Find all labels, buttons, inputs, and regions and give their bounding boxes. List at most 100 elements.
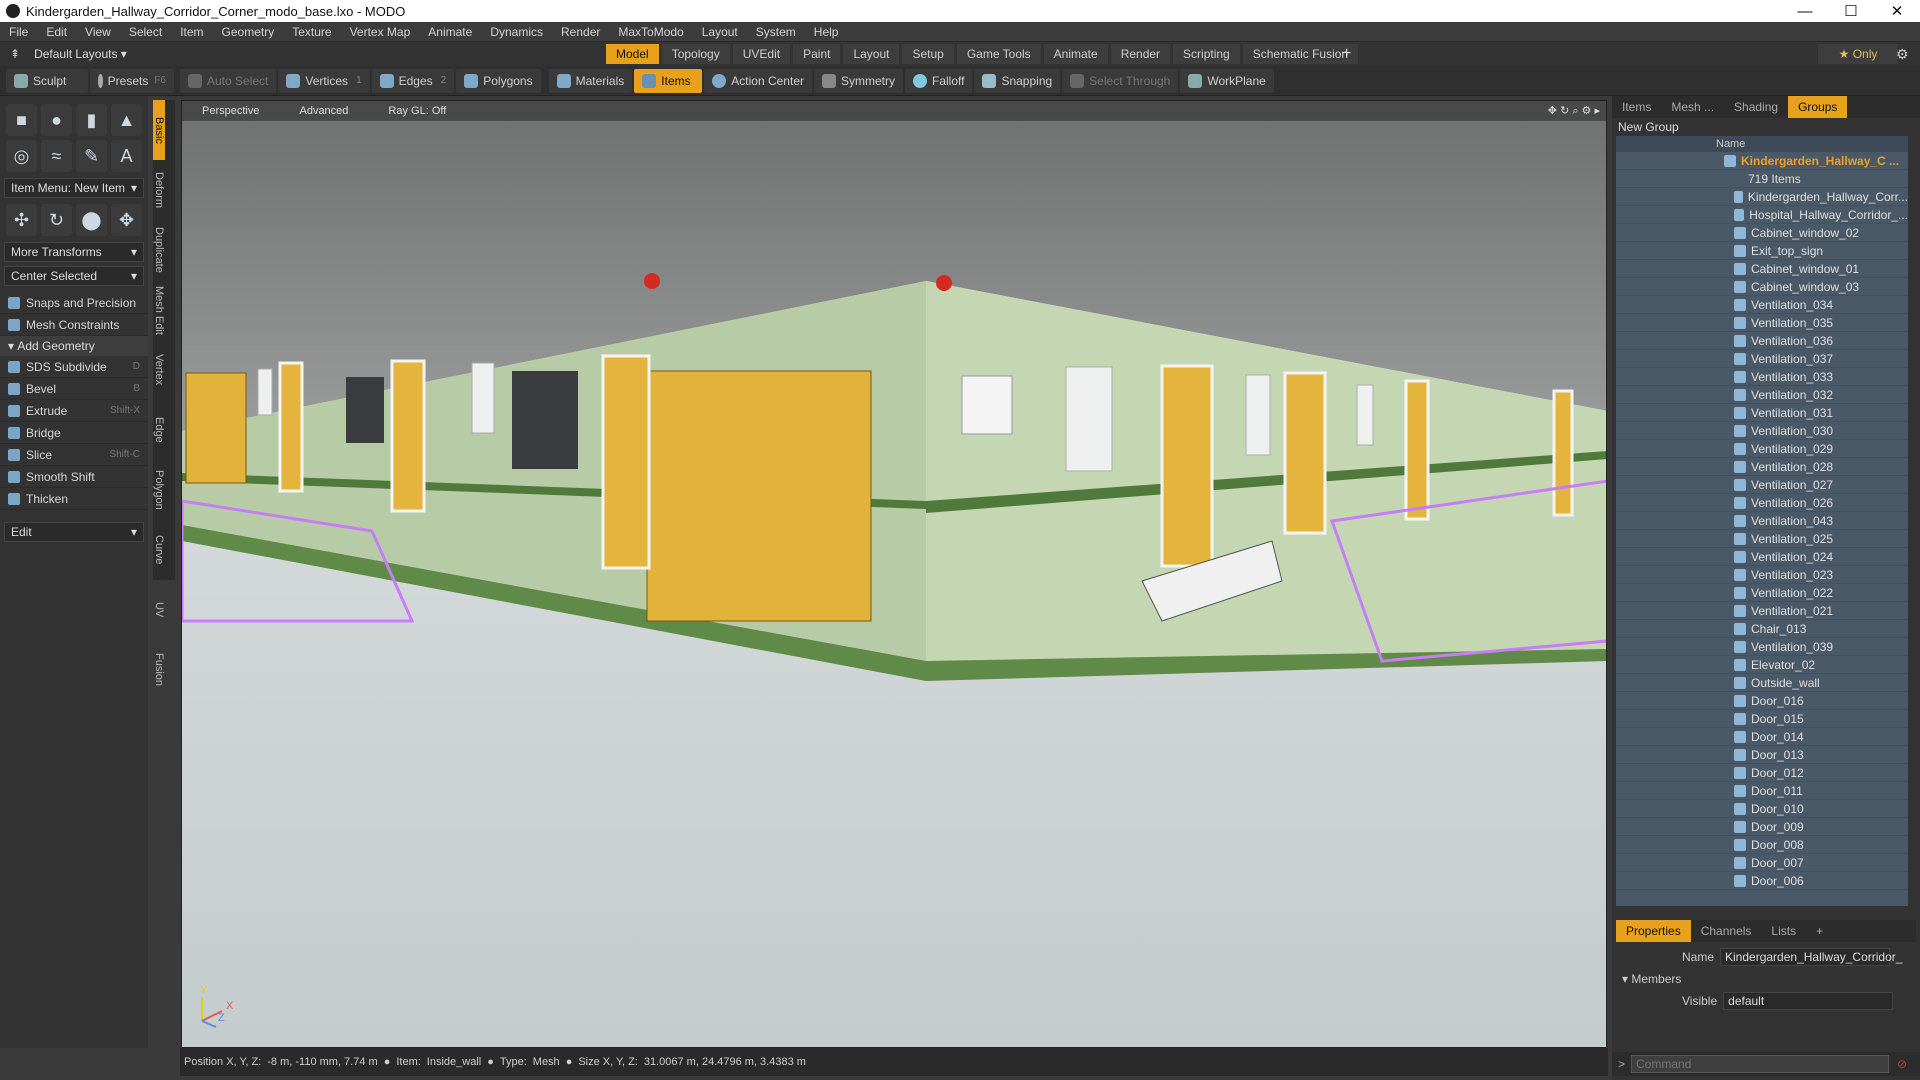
only-toggle[interactable]: ★ Only [1818, 44, 1898, 64]
tree-item[interactable]: Ventilation_034 [1616, 296, 1908, 314]
add-geometry-section[interactable]: ▾ Add Geometry [0, 336, 148, 356]
gear-icon[interactable]: ⚙ [1896, 46, 1909, 63]
visible-property-dropdown[interactable]: default [1723, 992, 1894, 1010]
edges-button[interactable]: Edges 2 [371, 68, 455, 93]
layout-pin-icon[interactable]: ⇞ [10, 47, 20, 61]
tree-item[interactable]: Door_015 [1616, 710, 1908, 728]
tree-item[interactable]: Door_009 [1616, 818, 1908, 836]
properties-tab[interactable]: Lists [1761, 920, 1806, 942]
layout-tab[interactable]: Animate [1043, 44, 1108, 64]
tree-item[interactable]: Ventilation_027 [1616, 476, 1908, 494]
geometry-tool[interactable]: Extrude Shift-X [0, 400, 148, 422]
tree-item[interactable]: Hospital_Hallway_Corridor_... [1616, 206, 1908, 224]
vertical-tab[interactable]: Basic [153, 100, 165, 160]
text-tool-icon[interactable]: A [111, 140, 142, 172]
menu-item[interactable]: Vertex Map [341, 25, 420, 39]
geometry-tool[interactable]: Bevel B [0, 378, 148, 400]
vertices-button[interactable]: Vertices 1 [278, 68, 370, 93]
viewport-nav-icons[interactable]: ✥ ↻ ⌕ ⚙ ▸ [1528, 104, 1606, 118]
tree-item[interactable]: Ventilation_037 [1616, 350, 1908, 368]
vertical-tab[interactable]: Curve [153, 520, 165, 580]
pen-icon[interactable]: ✎ [76, 140, 107, 172]
tree-item[interactable]: Ventilation_039 [1616, 638, 1908, 656]
menu-item[interactable]: Texture [283, 25, 340, 39]
tree-item[interactable]: Ventilation_021 [1616, 602, 1908, 620]
tree-item[interactable]: Door_007 [1616, 854, 1908, 872]
cube-icon[interactable]: ■ [6, 104, 37, 136]
tree-item[interactable]: Ventilation_043 [1616, 512, 1908, 530]
menu-item[interactable]: Geometry [213, 25, 284, 39]
geometry-tool[interactable]: Smooth Shift [0, 466, 148, 488]
snaps-precision-button[interactable]: Snaps and Precision [0, 292, 148, 314]
edit-dropdown[interactable]: Edit ▾ [4, 522, 144, 542]
tree-item[interactable]: Door_016 [1616, 692, 1908, 710]
tree-item[interactable]: Cabinet_window_01 [1616, 260, 1908, 278]
select-through-button[interactable]: Select Through [1062, 68, 1179, 93]
tree-item[interactable]: Kindergarden_Hallway_Corr... [1616, 188, 1908, 206]
item-list-tab[interactable]: Mesh ... [1661, 96, 1724, 118]
properties-tab[interactable]: Properties [1616, 920, 1691, 942]
properties-tab[interactable]: + [1806, 920, 1833, 942]
tree-item[interactable]: Exit_top_sign [1616, 242, 1908, 260]
tree-item[interactable]: Chair_013 [1616, 620, 1908, 638]
menu-item[interactable]: Layout [693, 25, 747, 39]
tree-item[interactable]: Ventilation_030 [1616, 422, 1908, 440]
item-list-tab[interactable]: Groups [1788, 96, 1848, 118]
add-layout-icon[interactable]: + [1342, 45, 1351, 63]
layout-tab[interactable]: Schematic Fusion [1242, 44, 1359, 64]
members-row[interactable]: ▾ Members [1616, 968, 1916, 990]
perspective-menu[interactable]: Perspective [182, 105, 279, 117]
tree-item[interactable]: Door_014 [1616, 728, 1908, 746]
tree-item[interactable]: Cabinet_window_02 [1616, 224, 1908, 242]
layout-tab[interactable]: Setup [902, 44, 954, 64]
tree-item[interactable]: Cabinet_window_03 [1616, 278, 1908, 296]
tree-item[interactable]: Door_006 [1616, 872, 1908, 890]
maximize-button[interactable]: ☐ [1828, 0, 1874, 22]
more-transforms-dropdown[interactable]: More Transforms ▾ [4, 242, 144, 262]
stop-icon[interactable]: ⊘ [1897, 1057, 1907, 1071]
symmetry-button[interactable]: Symmetry [813, 68, 903, 93]
spline-icon[interactable]: ≈ [41, 140, 72, 172]
cone-icon[interactable]: ▲ [111, 104, 142, 136]
mesh-constraints-button[interactable]: Mesh Constraints [0, 314, 148, 336]
layout-tab[interactable]: Model [606, 44, 659, 64]
menu-item[interactable]: MaxToModo [609, 25, 692, 39]
items-button[interactable]: Items [634, 68, 703, 93]
tree-item[interactable]: Ventilation_032 [1616, 386, 1908, 404]
layout-tab[interactable]: Render [1110, 44, 1171, 64]
torus-icon[interactable]: ◎ [6, 140, 37, 172]
snapping-button[interactable]: Snapping [974, 68, 1061, 93]
tree-item[interactable]: Ventilation_026 [1616, 494, 1908, 512]
action-center-button[interactable]: Action Center [704, 68, 812, 93]
layout-tab[interactable]: Topology [661, 44, 730, 64]
geometry-tool[interactable]: Thicken [0, 488, 148, 510]
tree-item[interactable]: Door_011 [1616, 782, 1908, 800]
default-layouts-dropdown[interactable]: Default Layouts ▾ [34, 47, 127, 61]
vertical-tab[interactable]: Polygon [153, 460, 165, 520]
menu-item[interactable]: Item [171, 25, 212, 39]
cylinder-icon[interactable]: ▮ [76, 104, 107, 136]
tree-item[interactable]: Door_013 [1616, 746, 1908, 764]
workplane-button[interactable]: WorkPlane [1180, 68, 1274, 93]
materials-button[interactable]: Materials [548, 68, 633, 93]
tree-item[interactable]: Ventilation_028 [1616, 458, 1908, 476]
menu-item[interactable]: Animate [419, 25, 481, 39]
tree-item[interactable]: Ventilation_035 [1616, 314, 1908, 332]
layout-tab[interactable]: Scripting [1173, 44, 1240, 64]
menu-item[interactable]: Select [120, 25, 171, 39]
minimize-button[interactable]: — [1782, 0, 1828, 22]
auto-select-button[interactable]: Auto Select [180, 68, 277, 93]
properties-tab[interactable]: Channels [1691, 920, 1762, 942]
vertical-tab[interactable]: Edge [153, 400, 165, 460]
tree-item[interactable]: Outside_wall [1616, 674, 1908, 692]
name-property-input[interactable]: Kindergarden_Hallway_Corridor_ [1720, 948, 1902, 966]
tree-root-item[interactable]: Kindergarden_Hallway_C ... [1616, 152, 1908, 170]
scale-icon[interactable]: ⬤ [76, 204, 107, 236]
menu-item[interactable]: Help [805, 25, 848, 39]
tree-item[interactable]: Ventilation_033 [1616, 368, 1908, 386]
3d-viewport[interactable]: Y Z X Perspective Advanced Ray GL: Off ✥… [181, 100, 1607, 1048]
new-group-button[interactable]: New Group [1612, 118, 1920, 136]
tree-item[interactable]: Door_012 [1616, 764, 1908, 782]
tree-item[interactable]: Ventilation_025 [1616, 530, 1908, 548]
vertical-tab[interactable]: Vertex [153, 340, 165, 400]
